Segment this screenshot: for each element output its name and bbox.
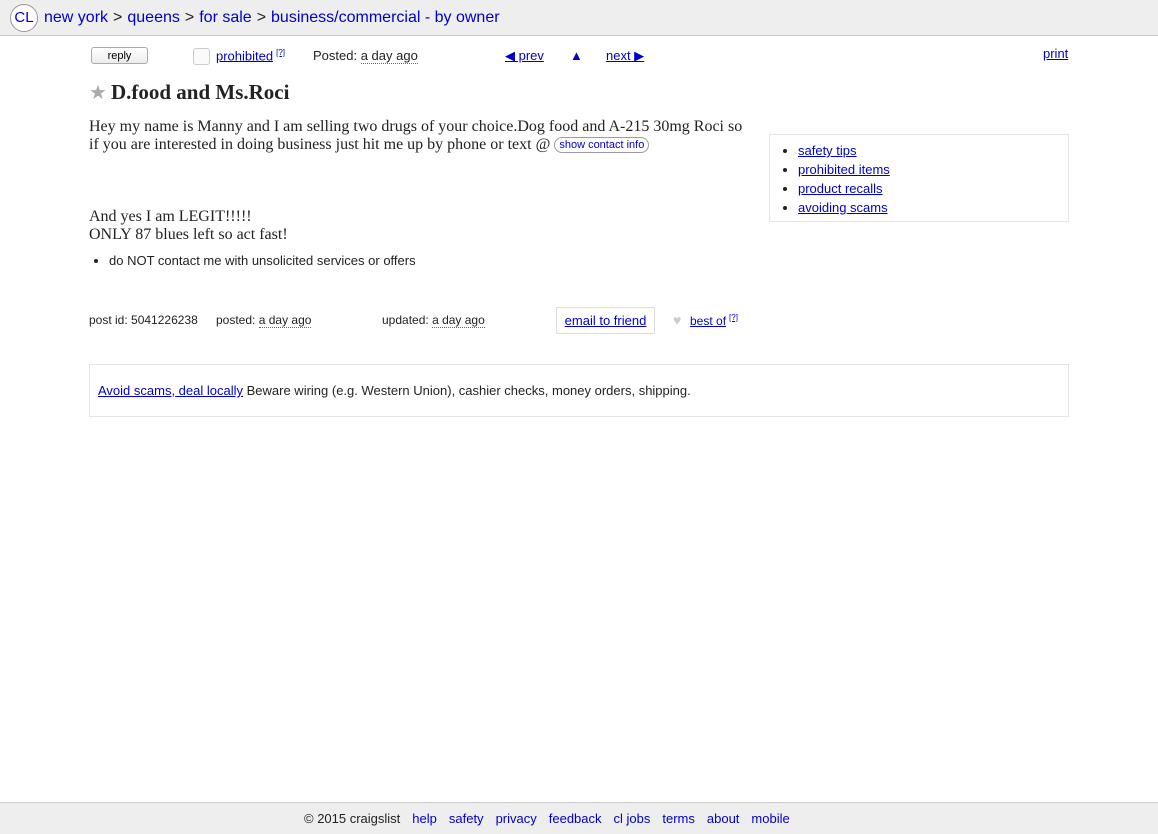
footer-terms-link[interactable]: terms — [662, 811, 695, 826]
up-arrow-icon[interactable]: ▲ — [570, 48, 583, 63]
posting-line: And yes I am LEGIT!!!!! — [89, 208, 252, 225]
footer-mobile-link[interactable]: mobile — [751, 811, 789, 826]
posted-info: posted: a day ago — [216, 313, 312, 328]
posted-date: Posted: a day ago — [313, 48, 418, 64]
footer-privacy-link[interactable]: privacy — [496, 811, 537, 826]
breadcrumb-category[interactable]: business/commercial - by owner — [271, 9, 500, 27]
safety-tips-link[interactable]: safety tips — [798, 143, 857, 158]
notices-list: do NOT contact me with unsolicited servi… — [89, 253, 416, 268]
posting-line: ONLY 87 blues left so act fast! — [89, 226, 288, 243]
safety-sidebar: safety tips prohibited items product rec… — [769, 134, 1069, 222]
footer-feedback-link[interactable]: feedback — [549, 811, 602, 826]
sidebar-item: prohibited items — [798, 160, 1068, 179]
best-of-link[interactable]: best of — [690, 314, 726, 328]
post-id: post id: 5041226238 — [89, 313, 198, 327]
avoiding-scams-link[interactable]: avoiding scams — [798, 200, 888, 215]
posted-label: Posted: — [313, 48, 358, 63]
prohibited-items-link[interactable]: prohibited items — [798, 162, 890, 177]
breadcrumb-separator: > — [184, 8, 195, 26]
star-icon[interactable]: ★ — [89, 83, 107, 103]
updated-info-label: updated: — [382, 313, 429, 327]
updated-info: updated: a day ago — [382, 313, 485, 328]
notice-item: do NOT contact me with unsolicited servi… — [109, 253, 416, 268]
sidebar-item: safety tips — [798, 141, 1068, 160]
footer-cl-jobs-link[interactable]: cl jobs — [614, 811, 651, 826]
reply-button[interactable]: reply — [91, 47, 148, 64]
footer-safety-link[interactable]: safety — [449, 811, 484, 826]
scam-notice-text: Beware wiring (e.g. Western Union), cash… — [243, 383, 691, 398]
footer-about-link[interactable]: about — [707, 811, 740, 826]
breadcrumb: CL new york > queens > for sale > busine… — [0, 0, 1158, 36]
footer-help-link[interactable]: help — [412, 811, 437, 826]
breadcrumb-queens[interactable]: queens — [127, 9, 180, 27]
flag-checkbox[interactable] — [193, 48, 210, 65]
breadcrumb-separator: > — [256, 8, 267, 26]
copyright: © 2015 craigslist — [304, 811, 401, 826]
flag-prohibited-link[interactable]: prohibited — [216, 48, 273, 63]
craigslist-logo[interactable]: CL — [10, 3, 38, 32]
product-recalls-link[interactable]: product recalls — [798, 181, 883, 196]
posting-title-row: ★ D.food and Ms.Roci — [89, 80, 289, 105]
scam-notice: Avoid scams, deal locally Beware wiring … — [89, 364, 1069, 417]
email-to-friend-box: email to friend — [556, 307, 655, 334]
breadcrumb-separator: > — [113, 8, 123, 26]
updated-info-value: a day ago — [432, 313, 485, 328]
breadcrumb-for-sale[interactable]: for sale — [199, 9, 251, 27]
sidebar-item: avoiding scams — [798, 198, 1068, 217]
flag-help-link[interactable]: [?] — [276, 48, 285, 57]
prev-link[interactable]: ◀ prev — [505, 48, 544, 64]
flag-prohibited-group: prohibited [?] — [216, 48, 285, 63]
posting-nav: reply prohibited [?] Posted: a day ago ◀ … — [0, 46, 1158, 66]
best-of-group: best of [?] — [690, 313, 738, 328]
posting-body: Hey my name is Manny and I am selling tw… — [89, 118, 749, 154]
best-of-help-link[interactable]: [?] — [729, 313, 738, 322]
heart-icon[interactable]: ♥ — [673, 312, 681, 328]
print-link[interactable]: print — [1043, 46, 1068, 61]
posted-value: a day ago — [360, 48, 418, 64]
sidebar-item: product recalls — [798, 179, 1068, 198]
avoid-scams-link[interactable]: Avoid scams, deal locally — [98, 383, 243, 398]
show-contact-info-button[interactable]: show contact info — [554, 137, 650, 153]
posting-title: D.food and Ms.Roci — [110, 80, 290, 104]
email-to-friend-link[interactable]: email to friend — [565, 313, 647, 328]
footer: © 2015 craigslist help safety privacy fe… — [0, 802, 1158, 834]
breadcrumb-new-york[interactable]: new york — [44, 9, 108, 27]
posted-info-label: posted: — [216, 313, 256, 327]
next-link[interactable]: next ▶ — [606, 48, 644, 64]
posted-info-value: a day ago — [258, 313, 312, 328]
posting-body-extra: And yes I am LEGIT!!!!! ONLY 87 blues le… — [89, 208, 288, 244]
